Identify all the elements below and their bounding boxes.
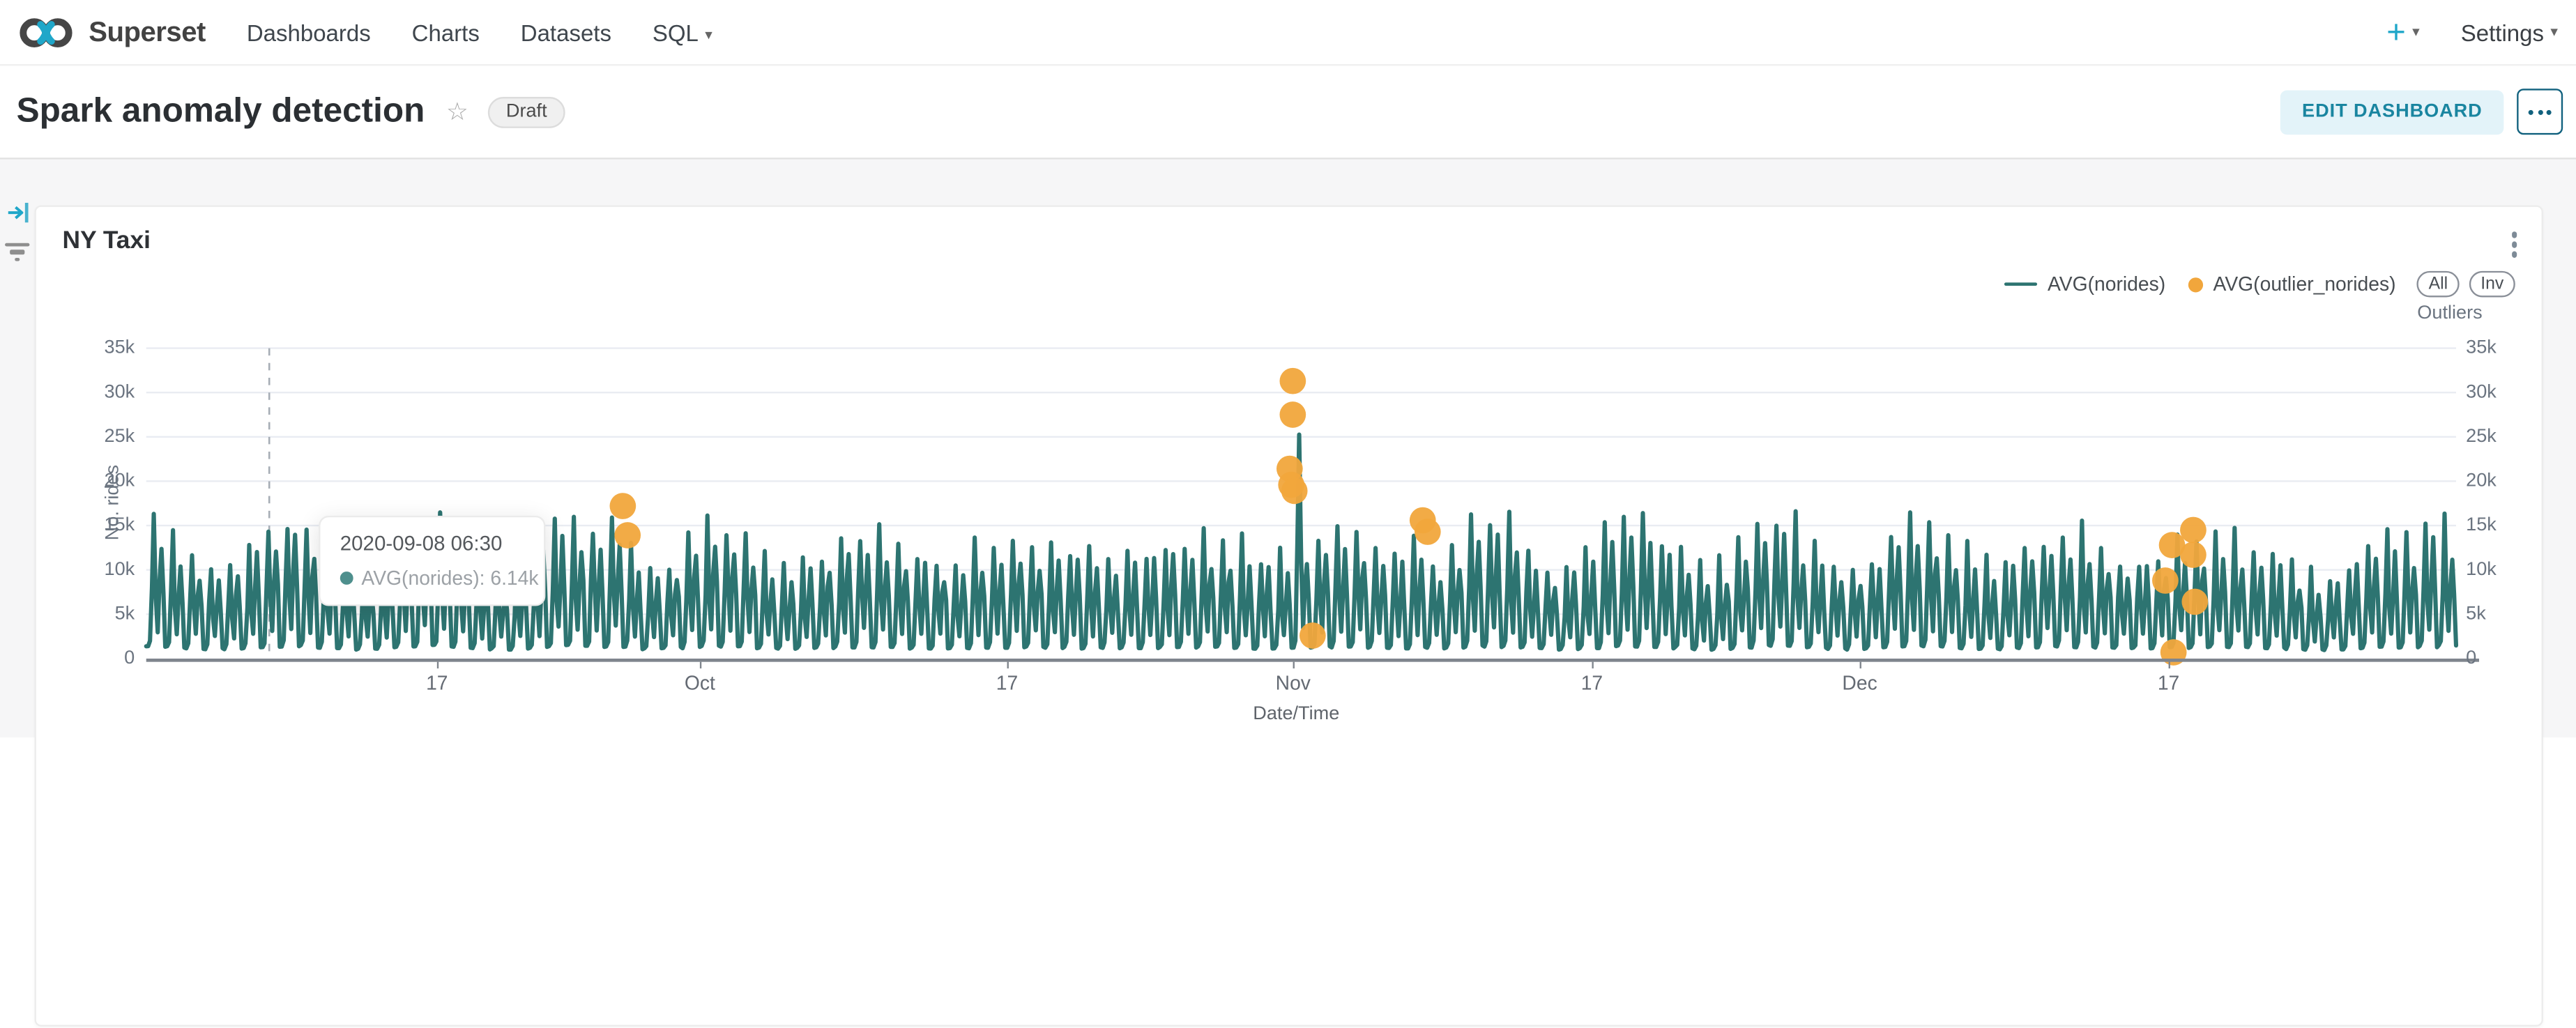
- dashboard-header: Spark anomaly detection ☆ Draft EDIT DAS…: [0, 66, 2576, 159]
- right-y-axis-tick-label: 20k: [2466, 470, 2497, 492]
- right-y-axis-tick-label: 5k: [2466, 604, 2486, 625]
- x-axis-tick-label: 17: [1559, 672, 1624, 695]
- outlier-point[interactable]: 2020-11-01 10:00: 18900: [1281, 478, 1308, 505]
- timeseries-chart[interactable]: 2020-09-26 09:00: 17200 2020-09-26 12:00:…: [146, 348, 2456, 659]
- chart-title: NY Taxi: [63, 227, 151, 254]
- status-badge: Draft: [488, 96, 565, 128]
- nav-item-charts[interactable]: Charts: [412, 19, 480, 45]
- x-axis-tick-label: Nov: [1260, 672, 1326, 695]
- brand-name[interactable]: Superset: [89, 15, 206, 48]
- chevron-down-icon: ▾: [2550, 23, 2558, 41]
- outlier-point[interactable]: 2020-12-18 09:00: 14500: [2180, 517, 2207, 544]
- outlier-point[interactable]: 2020-11-07 12:00: 14300: [1415, 519, 1441, 545]
- superset-app: Superset Dashboards Charts Datasets SQL▾…: [0, 0, 2576, 737]
- page-title: Spark anomaly detection: [17, 92, 425, 132]
- superset-logo-icon[interactable]: [15, 13, 77, 52]
- plus-icon: +: [2386, 15, 2406, 48]
- x-axis-tick-mark: [1860, 661, 1861, 668]
- y-axis-tick-label: 35k: [86, 337, 135, 359]
- new-item-button[interactable]: + ▾: [2386, 15, 2420, 48]
- dashboard-content: NY Taxi AVG(norides) AVG(outlier_norides…: [0, 161, 2576, 737]
- y-axis-tick-label: 10k: [86, 559, 135, 581]
- x-axis-tick-label: 17: [974, 672, 1039, 695]
- x-axis-tick-mark: [1592, 661, 1593, 668]
- x-axis-tick-label: 17: [2135, 672, 2201, 695]
- chevron-down-icon: ▾: [705, 26, 712, 43]
- legend-select-all-button[interactable]: All: [2417, 271, 2459, 298]
- chart-kebab-menu-icon[interactable]: [2508, 229, 2520, 261]
- y-axis-tick-label: 15k: [86, 515, 135, 537]
- outlier-point[interactable]: 2020-12-18 15:00: 6400: [2181, 589, 2208, 615]
- expand-filter-bar-icon[interactable]: [6, 200, 29, 233]
- x-axis-tick-label: Dec: [1827, 672, 1892, 695]
- edit-dashboard-button[interactable]: EDIT DASHBOARD: [2280, 89, 2503, 134]
- legend-invert-button[interactable]: Inv: [2469, 271, 2515, 298]
- right-y-axis-tick-label: 30k: [2466, 382, 2497, 404]
- x-axis-tick-label: 17: [404, 672, 470, 695]
- right-y-axis-tick-label: 25k: [2466, 427, 2497, 448]
- outlier-point[interactable]: 2020-11-02 13:00: 2600: [1300, 622, 1326, 649]
- x-axis-line: [146, 659, 2479, 661]
- x-axis-tick-mark: [437, 661, 439, 668]
- right-y-axis-tick-label: 35k: [2466, 337, 2497, 359]
- outlier-point[interactable]: 2020-11-01 11:30: 27500: [1279, 401, 1306, 428]
- chart-plot-area[interactable]: NY Taxi AVG(norides) AVG(outlier_norides…: [36, 207, 2545, 1028]
- y-axis-tick-label: 25k: [86, 427, 135, 448]
- chevron-down-icon: ▾: [2412, 23, 2420, 41]
- nav-item-dashboards[interactable]: Dashboards: [247, 19, 371, 45]
- right-y-axis-tick-label: 10k: [2466, 559, 2497, 581]
- y-axis-title: No. rides: [103, 448, 123, 557]
- chart-card: NY Taxi AVG(norides) AVG(outlier_norides…: [34, 206, 2543, 1027]
- tooltip-value: AVG(norides): 6.14k: [361, 567, 538, 590]
- settings-label: Settings: [2461, 19, 2544, 45]
- ellipsis-icon: [2529, 109, 2533, 114]
- settings-menu[interactable]: Settings ▾: [2461, 19, 2558, 45]
- circle-swatch-icon: [2188, 277, 2203, 291]
- x-axis-tick-mark: [1293, 661, 1295, 668]
- y-axis-tick-label: 20k: [86, 470, 135, 492]
- nav-item-datasets[interactable]: Datasets: [521, 19, 611, 45]
- header-actions: EDIT DASHBOARD: [2280, 89, 2576, 135]
- outlier-point[interactable]: 2020-12-16 12:00: 8800: [2152, 567, 2179, 594]
- filter-list-icon[interactable]: [5, 243, 29, 261]
- top-nav: Superset Dashboards Charts Datasets SQL▾…: [0, 0, 2576, 66]
- favorite-star-icon[interactable]: ☆: [446, 97, 468, 126]
- y-axis-tick-label: 0: [86, 648, 135, 670]
- outlier-point[interactable]: 2020-09-26 09:00: 17200: [610, 493, 637, 519]
- y-axis-tick-label: 5k: [86, 604, 135, 625]
- outlier-point[interactable]: 2020-11-01 11:00: 31300: [1279, 368, 1306, 394]
- x-axis-title: Date/Time: [1181, 705, 1411, 724]
- x-axis-tick-mark: [1007, 661, 1009, 668]
- line-swatch-icon: [2005, 282, 2038, 286]
- x-axis-tick-mark: [700, 661, 701, 668]
- x-axis-tick-label: Oct: [667, 672, 733, 695]
- series-dot-icon: [340, 571, 353, 585]
- y-axis-tick-label: 30k: [86, 382, 135, 404]
- legend-item-norides[interactable]: AVG(norides): [2005, 273, 2165, 296]
- chart-tooltip: 2020-09-08 06:30 AVG(norides): 6.14k: [319, 516, 545, 606]
- chart-legend: AVG(norides) AVG(outlier_norides) All In…: [2005, 271, 2515, 298]
- tooltip-datetime: 2020-09-08 06:30: [340, 532, 524, 555]
- outlier-point[interactable]: 2020-12-18 12:00: 11700: [2180, 542, 2207, 568]
- outlier-point[interactable]: 2020-09-26 12:00: 13900: [614, 522, 641, 548]
- right-axis-title: Outliers: [2417, 304, 2482, 323]
- x-axis-tick-mark: [2169, 661, 2170, 668]
- right-y-axis-tick-label: 15k: [2466, 515, 2497, 537]
- more-actions-button[interactable]: [2517, 89, 2563, 135]
- legend-item-outlier-norides[interactable]: AVG(outlier_norides): [2188, 273, 2395, 296]
- right-y-axis-tick-label: 0: [2466, 648, 2476, 670]
- nav-item-sql[interactable]: SQL▾: [653, 19, 712, 45]
- outlier-point[interactable]: 2020-12-17 02:00: 700: [2160, 639, 2187, 666]
- nav-right-group: + ▾ Settings ▾: [2386, 15, 2576, 48]
